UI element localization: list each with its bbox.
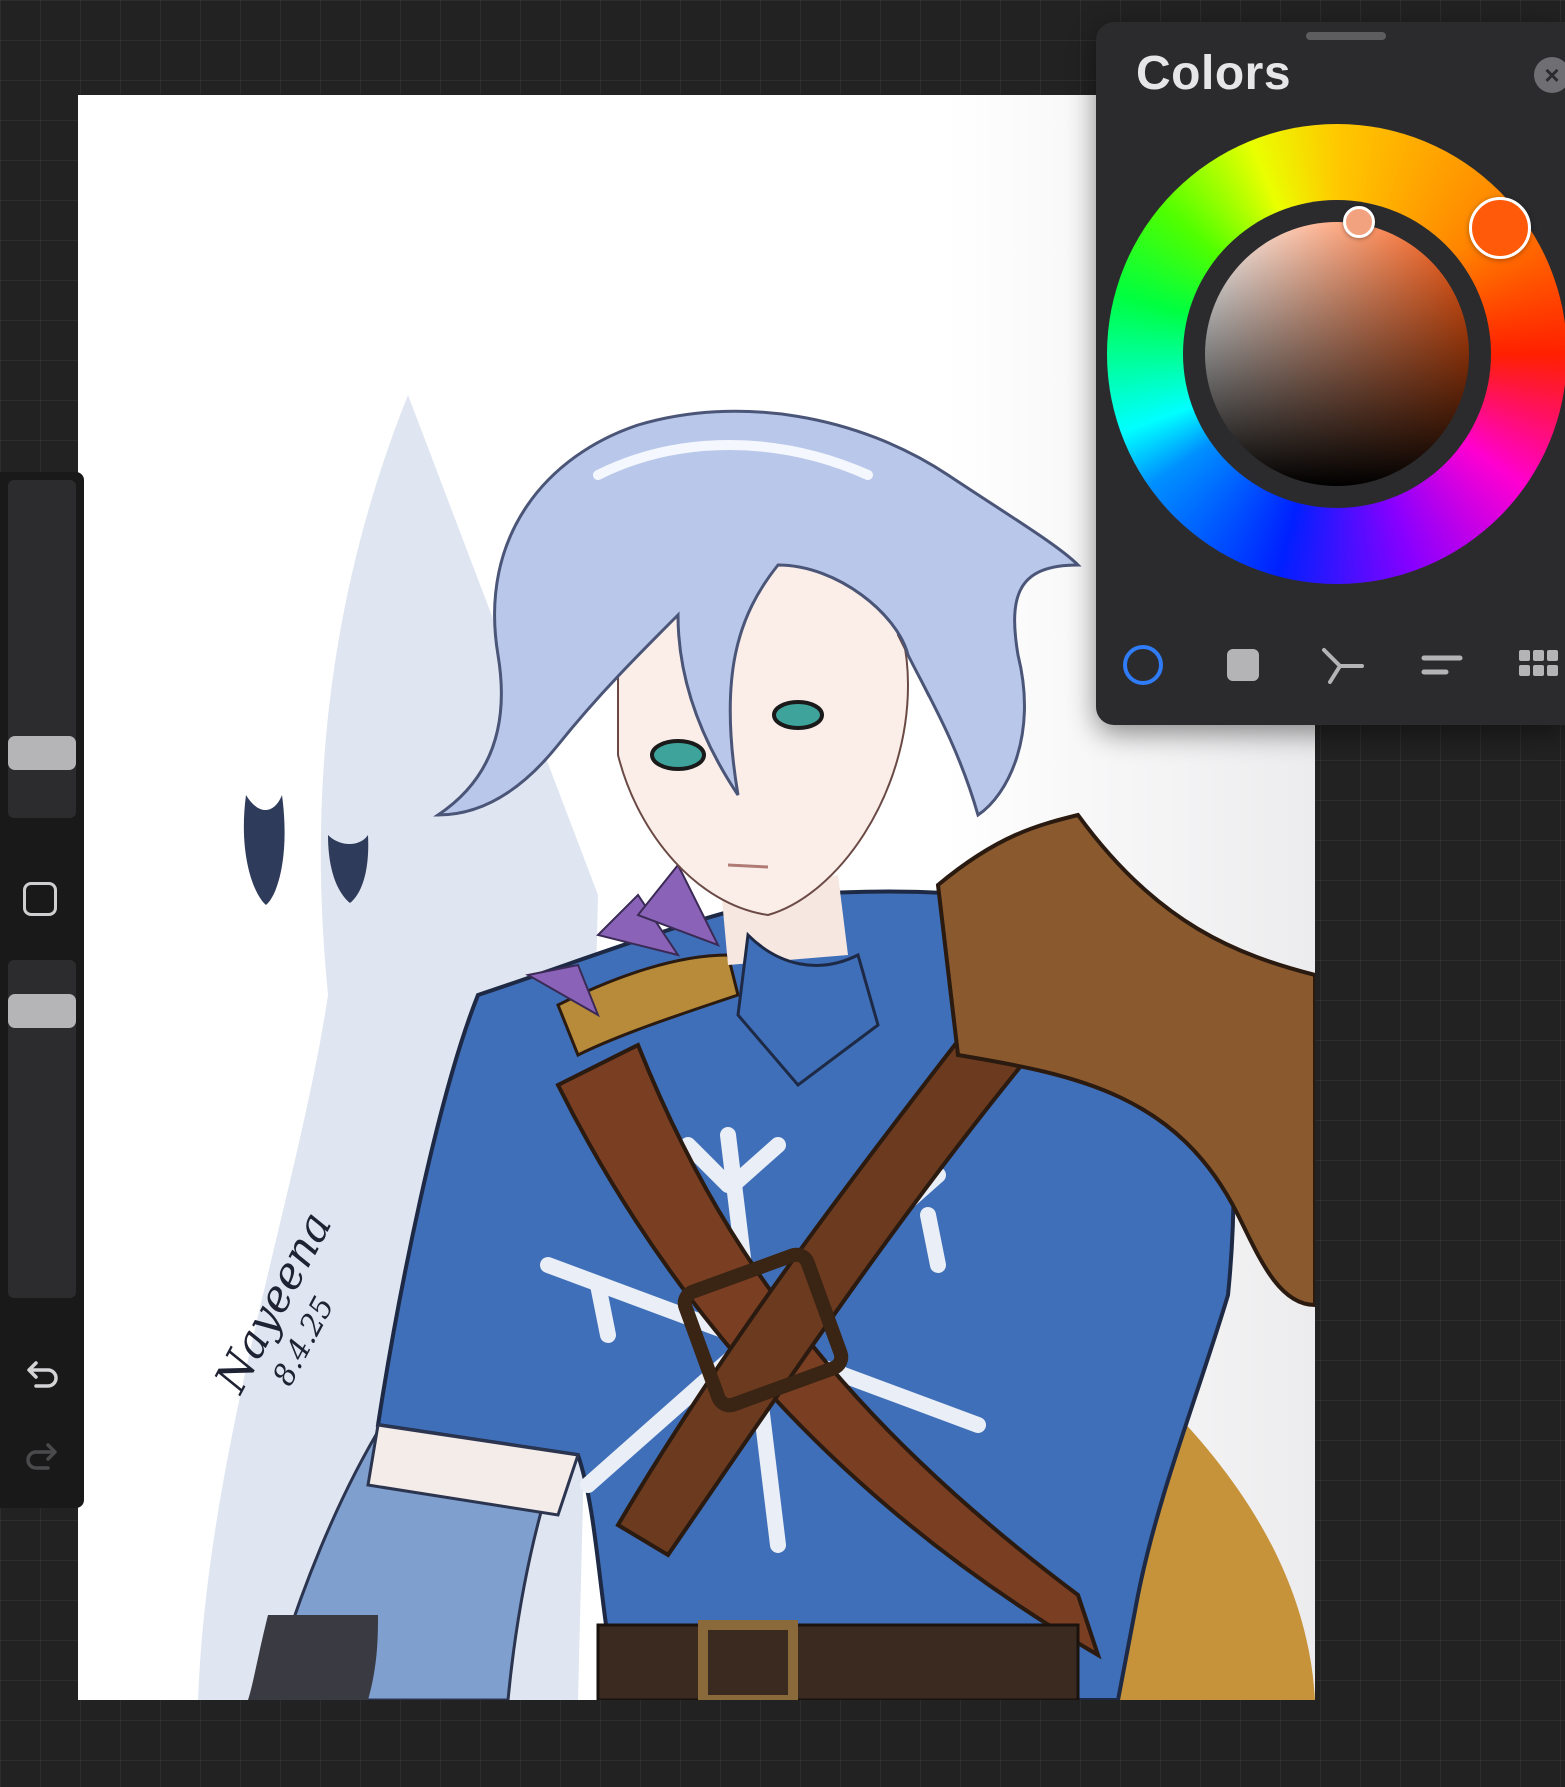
grid-icon[interactable] <box>1516 642 1562 688</box>
belt <box>596 1623 1080 1700</box>
saturation-brightness-disc[interactable] <box>1205 222 1469 486</box>
hue-ring[interactable] <box>1107 124 1565 584</box>
square-icon[interactable] <box>1220 642 1266 688</box>
brush-opacity-slider[interactable] <box>8 960 76 1298</box>
brush-size-thumb[interactable] <box>8 735 76 770</box>
close-button[interactable]: × <box>1534 57 1565 93</box>
left-glove <box>248 1615 378 1700</box>
brush-opacity-thumb[interactable] <box>8 993 76 1028</box>
colors-panel: Colors × <box>1096 22 1565 725</box>
undo-icon[interactable] <box>22 1352 62 1392</box>
redo-icon[interactable] <box>22 1434 62 1474</box>
panel-grabber[interactable] <box>1306 32 1386 40</box>
tool-sidebar <box>0 472 84 1508</box>
close-icon: × <box>1544 60 1560 90</box>
harmony-icon[interactable] <box>1320 642 1366 688</box>
saturation-knob[interactable] <box>1343 206 1375 238</box>
wheel-hole <box>1183 200 1491 508</box>
modify-square-icon[interactable] <box>23 882 57 916</box>
right-eye <box>772 700 824 730</box>
hue-knob[interactable] <box>1469 197 1531 259</box>
sliders-icon[interactable] <box>1418 642 1464 688</box>
brush-size-slider[interactable] <box>8 480 76 818</box>
panel-title: Colors <box>1136 47 1292 100</box>
mouth <box>727 863 769 869</box>
ring-icon[interactable] <box>1120 642 1166 688</box>
left-eye <box>650 739 706 771</box>
